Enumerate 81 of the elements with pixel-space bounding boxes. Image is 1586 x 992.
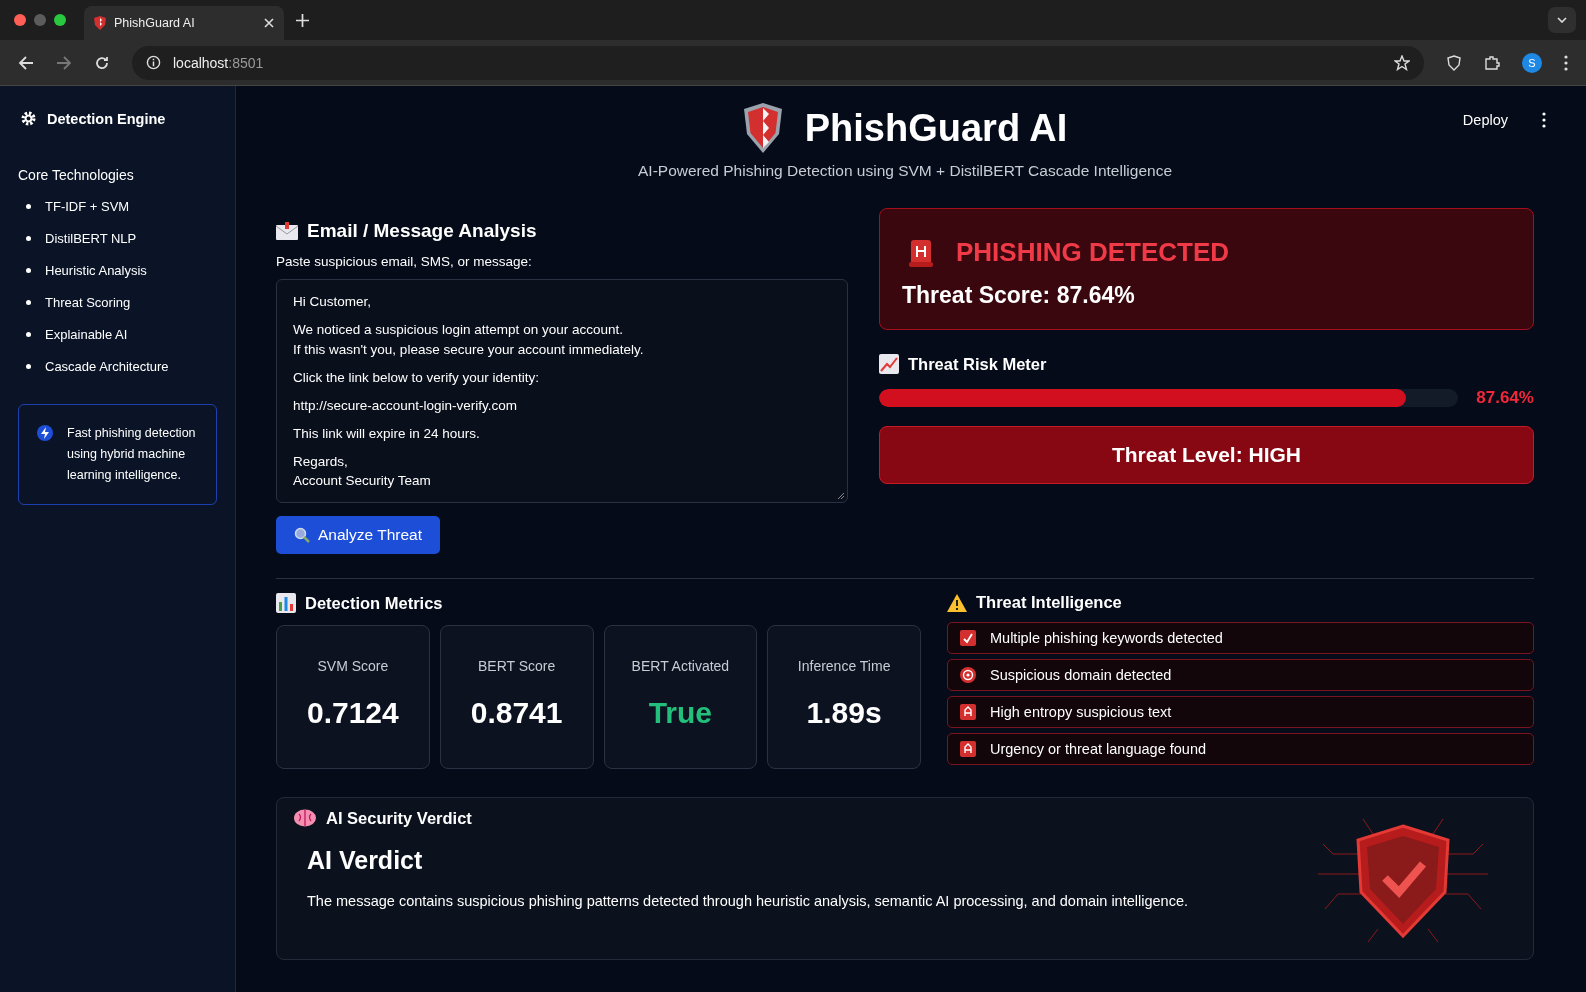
threat-level-text: Threat Level: HIGH — [1111, 443, 1301, 467]
finding-text: Multiple phishing keywords detected — [990, 630, 1223, 646]
metric-value: True — [648, 696, 713, 730]
close-window-button[interactable] — [14, 14, 26, 26]
star-icon[interactable] — [1394, 54, 1410, 71]
section-title: Email / Message Analysis — [307, 220, 537, 242]
tab-search-button[interactable] — [1548, 7, 1576, 33]
back-icon[interactable] — [18, 54, 34, 71]
field-label: Paste suspicious email, SMS, or message: — [276, 254, 533, 269]
tab-title: PhishGuard AI — [114, 16, 196, 30]
verdict-heading: AI Verdict — [307, 846, 424, 875]
metric-label: BERT Score — [477, 658, 556, 674]
settings-icon — [20, 110, 37, 127]
app-subtitle: AI-Powered Phishing Detection using SVM + DistilBERT Cascade Intelligence — [638, 162, 1172, 180]
alert-badge-icon — [960, 704, 976, 720]
profile-avatar[interactable]: S — [1522, 52, 1542, 73]
menu-icon[interactable] — [1564, 54, 1568, 71]
bullet-icon — [26, 204, 31, 209]
section-heading: Core Technologies — [18, 167, 135, 183]
app-title: PhishGuard AI — [804, 106, 1068, 150]
meter-title: Threat Risk Meter — [908, 354, 1047, 374]
forward-icon[interactable] — [56, 54, 72, 71]
chevron-down-icon — [1557, 17, 1567, 23]
verdict-title: PHISHING DETECTED — [956, 237, 1230, 268]
technology-item: Cascade Architecture — [45, 359, 169, 374]
reload-icon[interactable] — [94, 54, 110, 71]
alert-badge-icon — [960, 741, 976, 757]
resize-handle-icon[interactable] — [837, 492, 845, 500]
metric-value: 1.89s — [806, 696, 882, 730]
new-tab-icon[interactable] — [296, 13, 309, 27]
section-title: AI Security Verdict — [326, 808, 472, 828]
bar-chart-icon — [276, 593, 296, 613]
message-field[interactable]: Hi Customer, We noticed a suspicious login attempt on your account. If this wasn't you, please secure your account immediately. Click the link below to verify your identity: http://secure-account-login-verify.com This link will expire in 24 hours. Regards, Account Security Team — [276, 279, 848, 503]
maximize-window-button[interactable] — [54, 14, 66, 26]
bullet-icon — [26, 332, 31, 337]
minimize-window-button[interactable] — [34, 14, 46, 26]
bullet-icon — [26, 236, 31, 241]
shield-icon — [94, 16, 106, 30]
section-title: Threat Intelligence — [976, 593, 1122, 612]
browser-tab[interactable]: PhishGuard AI — [84, 6, 284, 40]
metric-label: Inference Time — [797, 658, 891, 674]
analyze-threat-button[interactable]: Analyze Threat — [276, 516, 440, 554]
chart-up-icon — [879, 354, 899, 374]
metric-label: BERT Activated — [631, 658, 730, 674]
sidebar-title: Detection Engine — [47, 110, 166, 127]
technology-item: Heuristic Analysis — [45, 263, 147, 278]
technology-item: Threat Scoring — [45, 295, 131, 310]
lightning-icon — [37, 425, 53, 441]
meter-reading: 87.64% — [1476, 388, 1534, 408]
checkmark-icon — [960, 630, 976, 646]
close-icon[interactable] — [264, 18, 274, 28]
more-icon[interactable] — [1542, 112, 1546, 128]
warning-icon — [947, 593, 967, 612]
target-icon — [960, 667, 976, 683]
finding-text: Suspicious domain detected — [990, 667, 1172, 683]
finding-text: Urgency or threat language found — [990, 741, 1207, 757]
puzzle-icon[interactable] — [1484, 54, 1500, 71]
metric-value: 0.8741 — [470, 696, 563, 730]
metric-label: SVM Score — [317, 658, 389, 674]
info-text: Fast phishing detection using hybrid machine learning intelligence. — [67, 425, 197, 484]
metric-value: 0.7124 — [307, 696, 399, 730]
technology-item: TF-IDF + SVM — [45, 199, 130, 214]
address-bar[interactable]: localhost:8501 — [132, 45, 1424, 80]
deploy-button[interactable]: Deploy — [1458, 108, 1512, 132]
section-title: Detection Metrics — [305, 593, 443, 613]
bullet-icon — [26, 364, 31, 369]
brain-icon — [293, 808, 317, 828]
search-icon — [294, 527, 310, 543]
technology-item: Explainable AI — [45, 327, 128, 342]
envelope-icon — [276, 222, 298, 240]
bullet-icon — [26, 300, 31, 305]
alarm-light-icon — [908, 237, 934, 268]
url-text: localhost:8501 — [173, 54, 264, 71]
verdict-text: The message contains suspicious phishing patterns detected through heuristic analysis, semantic AI processing, and domain intelligence. — [307, 893, 1189, 909]
shield-logo-icon — [742, 102, 783, 154]
info-icon — [146, 55, 161, 70]
technology-item: DistilBERT NLP — [45, 231, 137, 246]
threat-score: Threat Score: 87.64% — [902, 282, 1136, 309]
bullet-icon — [26, 268, 31, 273]
finding-text: High entropy suspicious text — [990, 704, 1172, 720]
extension-shield-icon[interactable] — [1446, 54, 1462, 71]
